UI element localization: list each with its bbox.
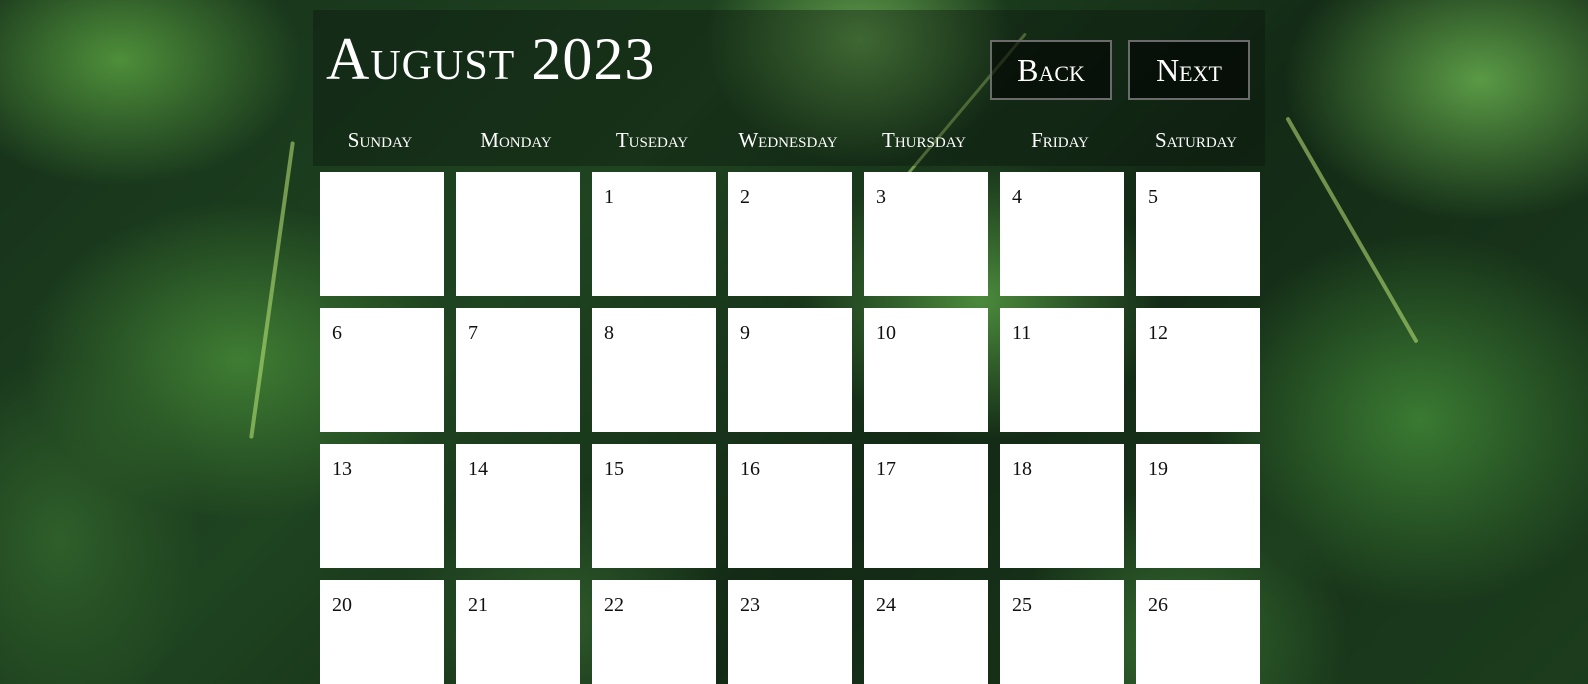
- day-number: 13: [332, 458, 352, 480]
- day-number: 21: [468, 594, 488, 616]
- day-number: 11: [1012, 322, 1032, 344]
- day-number: 10: [876, 322, 896, 344]
- day-cell[interactable]: 22: [592, 580, 716, 684]
- day-cell[interactable]: 9: [728, 308, 852, 432]
- day-number: 7: [468, 322, 478, 344]
- day-number: 3: [876, 186, 886, 208]
- day-cell[interactable]: 24: [864, 580, 988, 684]
- day-cell[interactable]: 1: [592, 172, 716, 296]
- day-cell[interactable]: 15: [592, 444, 716, 568]
- day-number: 16: [740, 458, 760, 480]
- day-number: 24: [876, 594, 896, 616]
- day-number: 20: [332, 594, 352, 616]
- day-cell[interactable]: 17: [864, 444, 988, 568]
- day-cell[interactable]: 2: [728, 172, 852, 296]
- day-cell[interactable]: 10: [864, 308, 988, 432]
- day-number: 25: [1012, 594, 1032, 616]
- day-cell[interactable]: 3: [864, 172, 988, 296]
- day-number: 14: [468, 458, 488, 480]
- day-cell[interactable]: 14: [456, 444, 580, 568]
- day-cell[interactable]: 8: [592, 308, 716, 432]
- day-cell[interactable]: 23: [728, 580, 852, 684]
- day-cell[interactable]: 21: [456, 580, 580, 684]
- day-cell[interactable]: [456, 172, 580, 296]
- day-cell[interactable]: 13: [320, 444, 444, 568]
- day-number: 18: [1012, 458, 1032, 480]
- day-cell[interactable]: 6: [320, 308, 444, 432]
- day-number: 17: [876, 458, 896, 480]
- day-cell[interactable]: 19: [1136, 444, 1260, 568]
- day-cell[interactable]: 25: [1000, 580, 1124, 684]
- day-number: 12: [1148, 322, 1168, 344]
- day-number: 9: [740, 322, 750, 344]
- day-cell[interactable]: 16: [728, 444, 852, 568]
- day-cell[interactable]: 4: [1000, 172, 1124, 296]
- day-cell[interactable]: 5: [1136, 172, 1260, 296]
- day-cell[interactable]: 26: [1136, 580, 1260, 684]
- day-number: 15: [604, 458, 624, 480]
- day-number: 2: [740, 186, 750, 208]
- day-number: 8: [604, 322, 614, 344]
- day-cell[interactable]: 20: [320, 580, 444, 684]
- day-cell[interactable]: [320, 172, 444, 296]
- day-number: 4: [1012, 186, 1022, 208]
- day-number: 5: [1148, 186, 1158, 208]
- day-number: 26: [1148, 594, 1168, 616]
- day-number: 6: [332, 322, 342, 344]
- day-cell[interactable]: 18: [1000, 444, 1124, 568]
- day-number: 22: [604, 594, 624, 616]
- day-cell[interactable]: 12: [1136, 308, 1260, 432]
- day-number: 19: [1148, 458, 1168, 480]
- day-cell[interactable]: 7: [456, 308, 580, 432]
- calendar-grid: 1 2 3 4 5 6 7 8 9 10 11 12 13 14 15 16 1…: [0, 0, 1588, 684]
- day-number: 1: [604, 186, 614, 208]
- day-number: 23: [740, 594, 760, 616]
- day-cell[interactable]: 11: [1000, 308, 1124, 432]
